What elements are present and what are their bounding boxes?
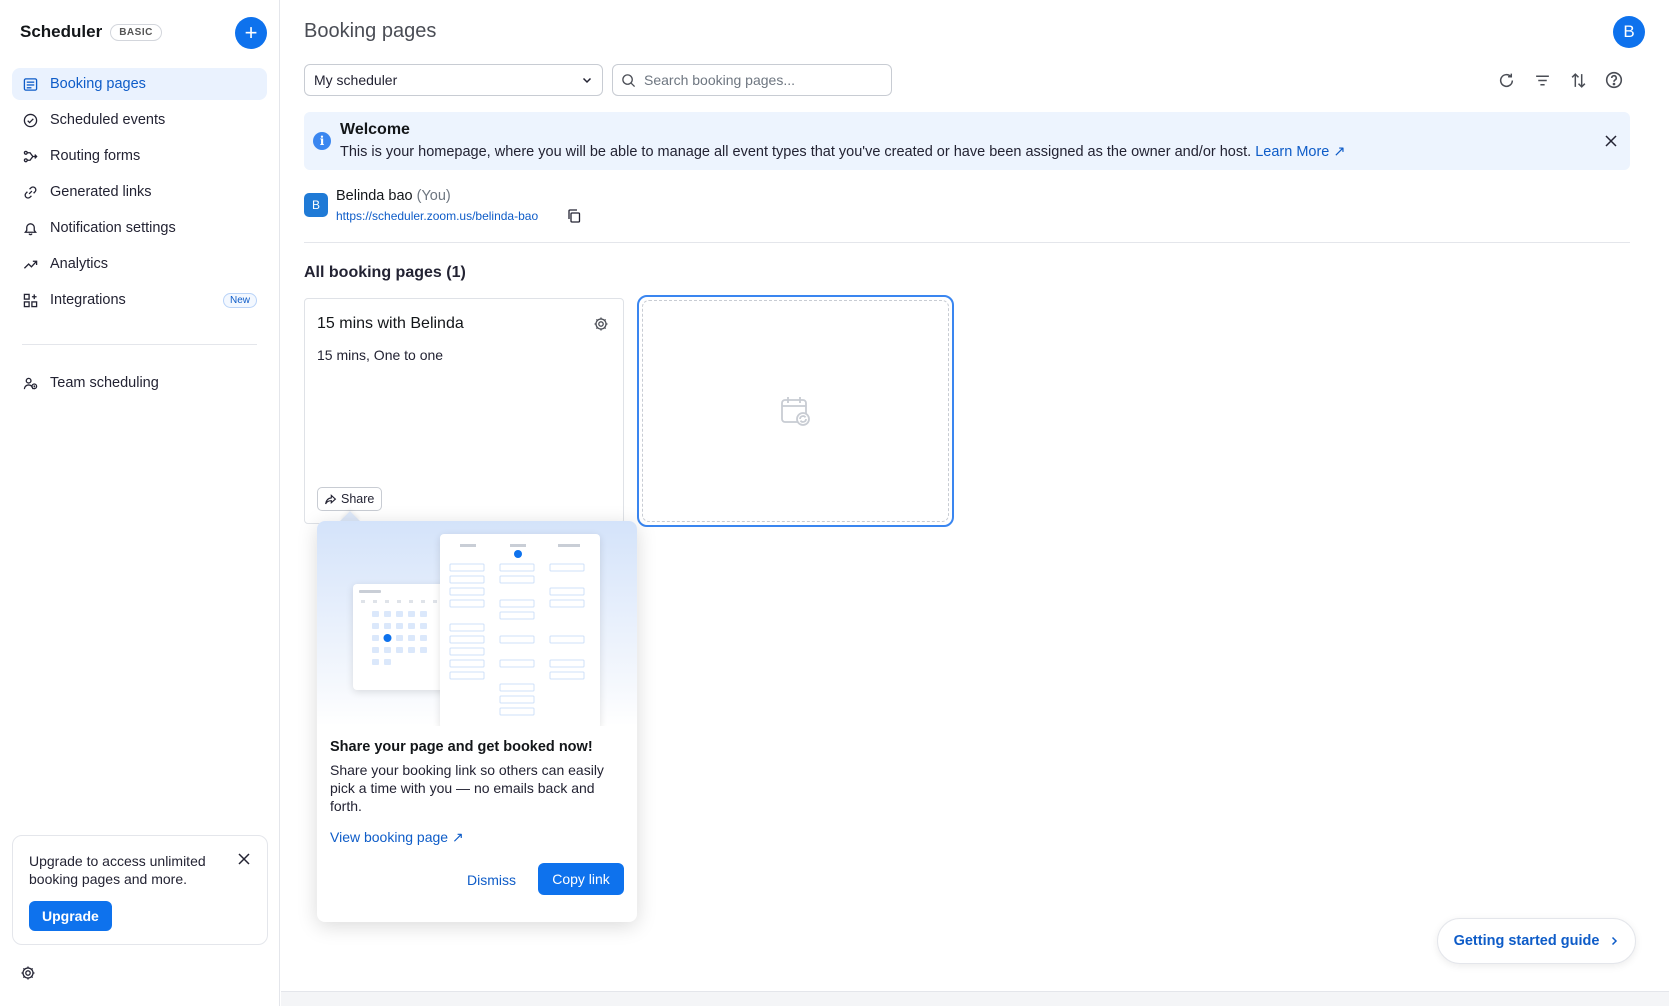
horizontal-scrollbar[interactable]: [281, 991, 1669, 1006]
help-icon[interactable]: [1604, 70, 1624, 90]
booking-page-card[interactable]: 15 mins with Belinda 15 mins, One to one…: [304, 298, 624, 524]
month-calendar-illustration: [353, 584, 449, 690]
sidebar-item-notification-settings[interactable]: Notification settings: [12, 212, 267, 244]
sidebar-item-team-scheduling[interactable]: Team scheduling: [12, 367, 267, 399]
upgrade-button[interactable]: Upgrade: [29, 901, 112, 931]
app-name: Scheduler: [20, 22, 103, 41]
sidebar-item-generated-links[interactable]: Generated links: [12, 176, 267, 208]
welcome-text: This is your homepage, where you will be…: [340, 144, 1252, 160]
view-booking-page-label: View booking page: [330, 829, 449, 845]
nav-divider: [22, 344, 257, 345]
sidebar-item-label: Analytics: [50, 256, 109, 272]
upgrade-card: Upgrade to access unlimited booking page…: [12, 835, 268, 945]
gear-icon[interactable]: [593, 316, 609, 332]
routing-icon: [22, 148, 38, 164]
booking-calendar-illustration: [317, 521, 637, 726]
sort-icon[interactable]: [1568, 70, 1588, 90]
sidebar: Scheduler BASIC + Booking pages Schedule…: [0, 0, 280, 1006]
close-icon[interactable]: [235, 850, 253, 868]
dismiss-button[interactable]: Dismiss: [467, 872, 516, 888]
week-slots-illustration: [440, 534, 600, 726]
sidebar-item-label: Booking pages: [50, 76, 146, 92]
chevron-down-icon: [581, 74, 593, 86]
learn-more-label: Learn More: [1255, 144, 1330, 160]
page-title: Booking pages: [304, 20, 437, 42]
sidebar-item-label: Integrations: [50, 292, 126, 308]
info-icon: i: [313, 132, 331, 150]
booking-pages-icon: [22, 76, 38, 92]
learn-more-link[interactable]: Learn More ↗: [1255, 144, 1345, 160]
getting-started-guide-button[interactable]: Getting started guide: [1437, 918, 1636, 964]
sidebar-item-integrations[interactable]: Integrations New: [12, 284, 267, 316]
welcome-body: This is your homepage, where you will be…: [340, 144, 1346, 160]
owner-name-text: Belinda bao: [336, 188, 413, 204]
close-icon[interactable]: [1602, 132, 1620, 150]
team-icon: [22, 375, 38, 391]
filter-icon[interactable]: [1532, 70, 1552, 90]
popover-title: Share your page and get booked now!: [330, 739, 593, 755]
popover-body: Share your booking link so others can ea…: [330, 762, 604, 814]
section-divider: [304, 242, 1630, 243]
search-icon: [621, 73, 636, 88]
plan-badge: BASIC: [110, 23, 162, 41]
owner-name: Belinda bao (You): [336, 188, 451, 204]
copy-link-button[interactable]: Copy link: [538, 863, 624, 895]
new-booking-page-placeholder[interactable]: [637, 295, 954, 527]
card-title: 15 mins with Belinda: [317, 315, 464, 332]
sidebar-item-analytics[interactable]: Analytics: [12, 248, 267, 280]
view-booking-page-link[interactable]: View booking page ↗: [330, 829, 464, 846]
search-input[interactable]: [644, 72, 874, 88]
share-popover: Share your page and get booked now! Shar…: [317, 521, 637, 922]
copy-icon[interactable]: [566, 208, 582, 224]
card-subtitle: 15 mins, One to one: [317, 347, 444, 363]
section-title: All booking pages (1): [304, 264, 466, 281]
sidebar-item-scheduled-events[interactable]: Scheduled events: [12, 104, 267, 136]
sidebar-item-label: Notification settings: [50, 220, 176, 236]
calendar-refresh-icon: [779, 394, 813, 428]
getting-started-label: Getting started guide: [1453, 933, 1600, 949]
link-icon: [22, 184, 38, 200]
sidebar-nav: Booking pages Scheduled events Routing f…: [12, 68, 267, 403]
owner-url-link[interactable]: https://scheduler.zoom.us/belinda-bao: [336, 209, 538, 223]
upgrade-text: Upgrade to access unlimited booking page…: [29, 853, 206, 887]
new-badge: New: [222, 292, 257, 308]
search-box[interactable]: [612, 64, 892, 96]
share-label: Share: [341, 492, 375, 506]
add-booking-page-button[interactable]: +: [235, 17, 267, 49]
sidebar-item-routing-forms[interactable]: Routing forms: [12, 140, 267, 172]
integrations-icon: [22, 292, 38, 308]
sidebar-item-label: Scheduled events: [50, 112, 166, 128]
sidebar-item-booking-pages[interactable]: Booking pages: [12, 68, 267, 100]
external-link-icon: ↗: [451, 829, 464, 845]
user-avatar[interactable]: B: [1613, 16, 1645, 48]
welcome-banner: i Welcome This is your homepage, where y…: [304, 112, 1630, 170]
sidebar-item-label: Team scheduling: [50, 375, 159, 391]
owner-avatar: B: [304, 193, 328, 217]
sidebar-item-label: Generated links: [50, 184, 152, 200]
gear-icon[interactable]: [20, 965, 36, 981]
check-circle-icon: [22, 112, 38, 128]
owner-you-label: (You): [416, 188, 451, 204]
external-link-icon: ↗: [1333, 144, 1346, 160]
refresh-icon[interactable]: [1496, 70, 1516, 90]
scheduler-select[interactable]: My scheduler: [304, 64, 603, 96]
analytics-icon: [22, 256, 38, 272]
scheduler-select-value: My scheduler: [314, 72, 398, 88]
share-icon: [324, 493, 337, 506]
share-button[interactable]: Share: [317, 487, 383, 511]
bell-icon: [22, 220, 38, 236]
brand: Scheduler BASIC: [20, 22, 162, 42]
sidebar-item-label: Routing forms: [50, 148, 141, 164]
chevron-right-icon: [1609, 936, 1619, 946]
welcome-title: Welcome: [340, 121, 410, 138]
